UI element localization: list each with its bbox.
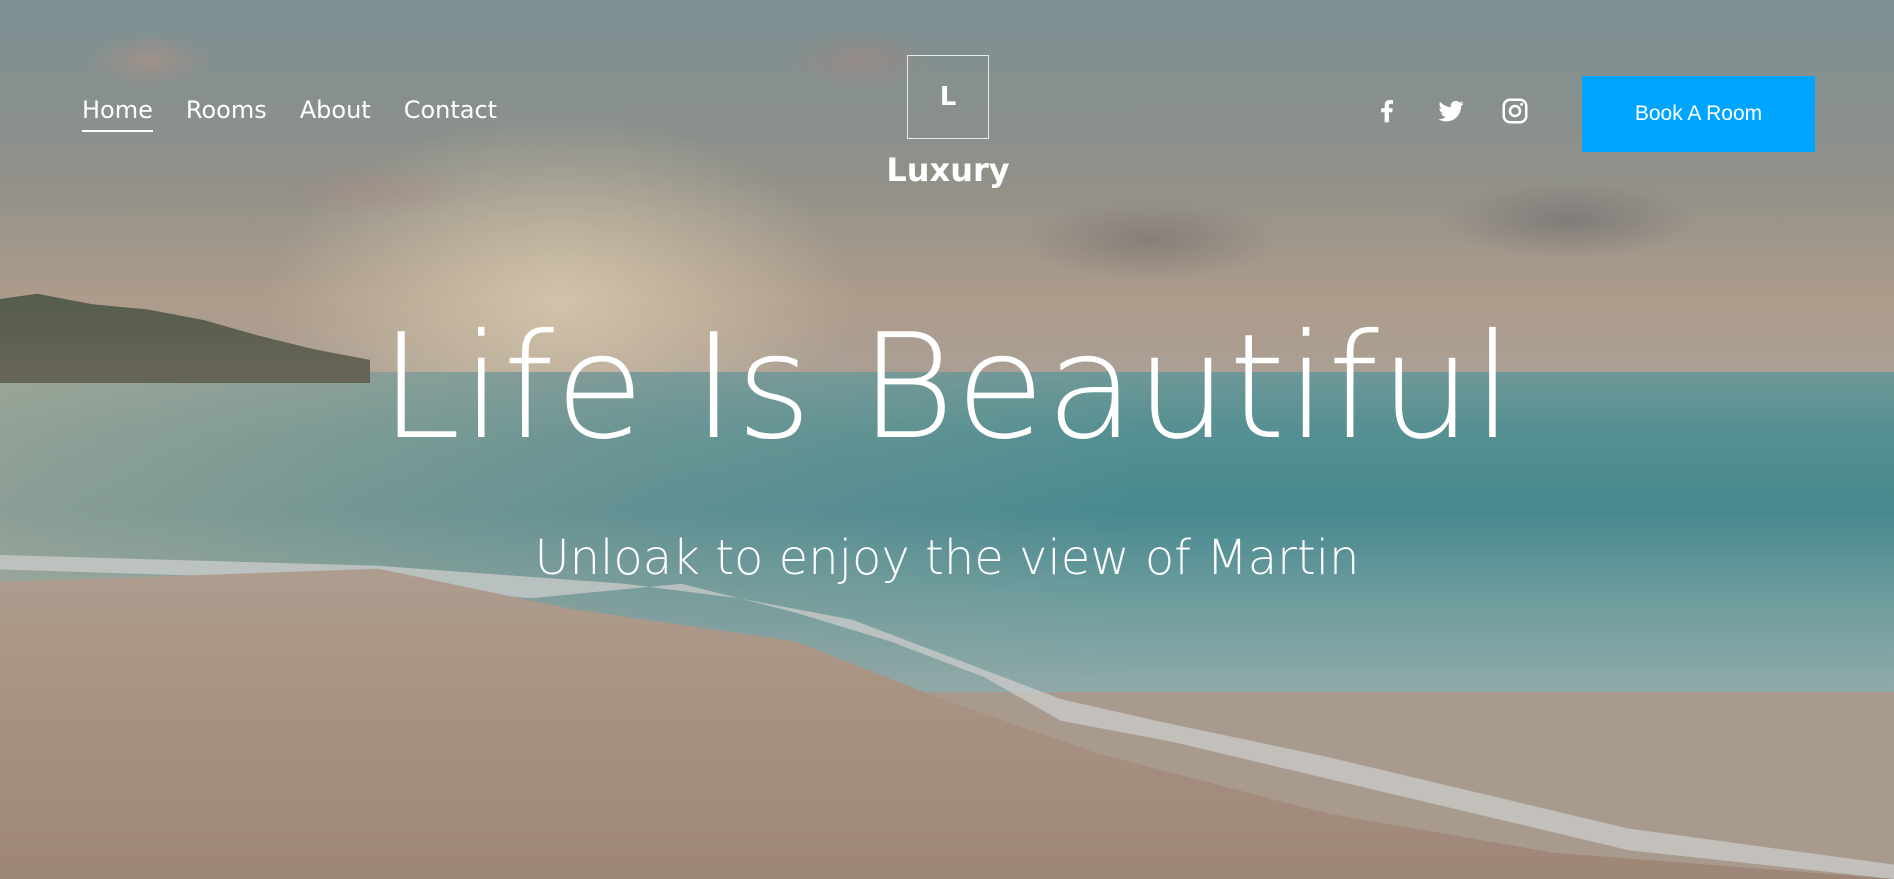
nav-link-home[interactable]: Home (82, 96, 153, 132)
twitter-icon[interactable] (1436, 96, 1466, 126)
hero-title: Life Is Beautiful (379, 303, 1515, 472)
logo-mark: L (907, 55, 989, 139)
instagram-icon[interactable] (1500, 96, 1530, 126)
hero-section: Home Rooms About Contact L Luxury Book A… (0, 0, 1894, 879)
nav-link-about[interactable]: About (300, 96, 371, 132)
main-nav: Home Rooms About Contact (82, 96, 497, 132)
logo-letter: L (939, 82, 957, 112)
brand-name: Luxury (886, 151, 1010, 189)
nav-link-contact[interactable]: Contact (404, 96, 497, 132)
facebook-icon[interactable] (1372, 96, 1402, 126)
book-room-button[interactable]: Book A Room (1582, 76, 1815, 152)
nav-link-rooms[interactable]: Rooms (186, 96, 267, 132)
hero-subtitle: Unloak to enjoy the view of Martin (534, 530, 1360, 586)
brand-logo[interactable]: L Luxury (886, 55, 1010, 189)
social-links (1372, 96, 1530, 126)
